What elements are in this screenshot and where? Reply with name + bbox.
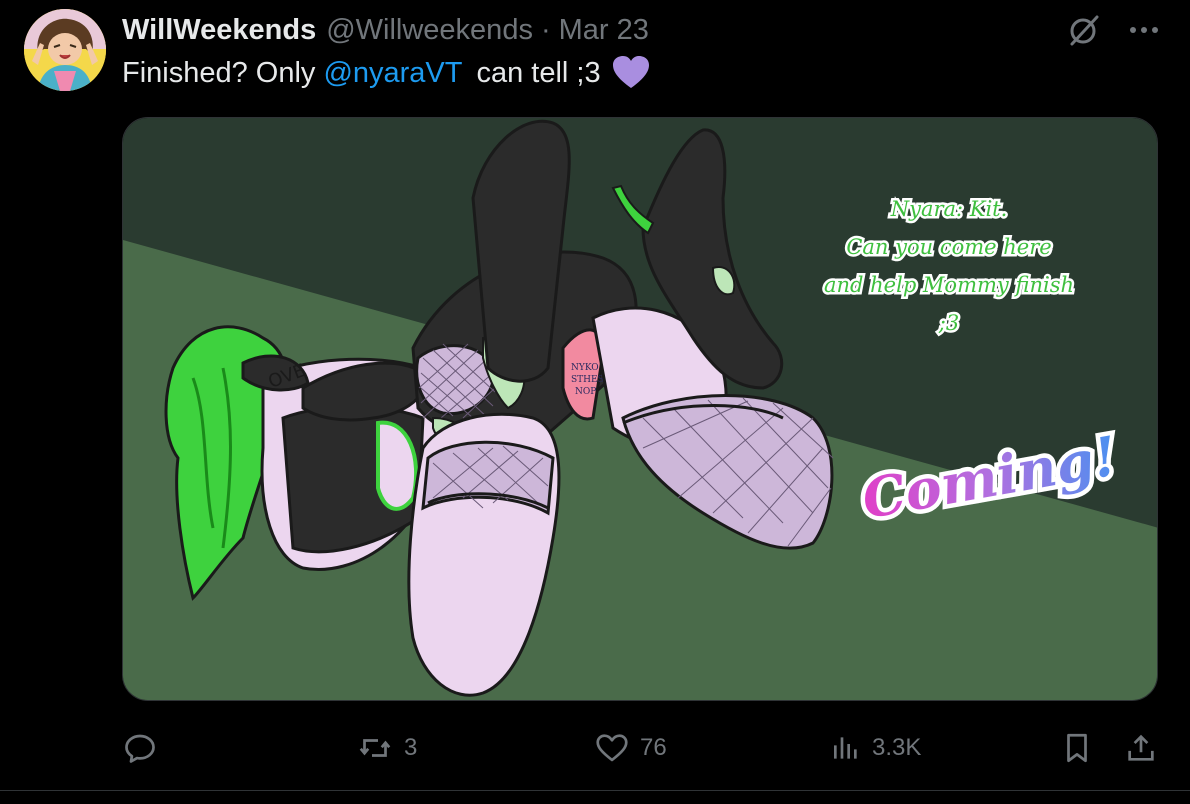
patch-text-2: STHES [571,375,604,385]
reply-button[interactable] [122,726,168,770]
share-button[interactable] [1124,726,1158,770]
speech-line-4: ;3 [938,311,959,335]
author-handle[interactable]: @Willweekends [326,14,533,47]
like-count: 76 [640,734,667,761]
views-icon [834,737,857,759]
views-button[interactable]: 3.3K [830,726,921,770]
views-count: 3.3K [872,734,922,761]
mention-link[interactable]: @nyaraVT [323,57,462,90]
reply-icon [125,734,155,763]
top-actions [1066,12,1160,48]
purple-heart-emoji [612,56,649,90]
bookmark-icon [1067,733,1087,763]
grok-icon[interactable] [1066,12,1102,48]
tweet-text-after: can tell ;3 [476,56,601,89]
like-icon [596,734,628,762]
tweet-text: Finished? Only @nyaraVT can tell ;3 [122,56,649,90]
like-button[interactable]: 76 [594,726,667,770]
speech-line-2: Can you come here [846,235,1051,259]
speech-line-3: and help Mommy finish [824,273,1074,297]
header-separator: · [540,13,551,46]
more-options-icon[interactable] [1128,12,1160,48]
tweet-media[interactable]: OVE NYKO STHES NOP Nyara: Kit. Can you c… [122,117,1158,701]
share-icon [1128,734,1154,761]
avatar[interactable] [24,9,106,91]
bookmark-button[interactable] [1060,726,1094,770]
media-illustration: OVE NYKO STHES NOP Nyara: Kit. Can you c… [123,118,1157,700]
repost-count: 3 [404,734,418,761]
speech-line-1: Nyara: Kit. [890,197,1008,221]
author-display-name[interactable]: WillWeekends [122,14,316,47]
avatar-image [24,9,106,91]
repost-button[interactable]: 3 [356,726,417,770]
patch-text-1: NYKO [571,363,599,373]
tweet-header: WillWeekends @Willweekends · Mar 23 [122,12,649,48]
repost-icon [359,739,391,757]
divider [0,790,1190,791]
tweet: WillWeekends @Willweekends · Mar 23 Fini… [0,0,1190,790]
tweet-date[interactable]: Mar 23 [559,14,649,47]
tweet-text-before: Finished? Only [122,56,316,89]
patch-text-3: NOP [575,387,596,397]
tweet-actions: 3 76 3.3K [122,726,1162,770]
